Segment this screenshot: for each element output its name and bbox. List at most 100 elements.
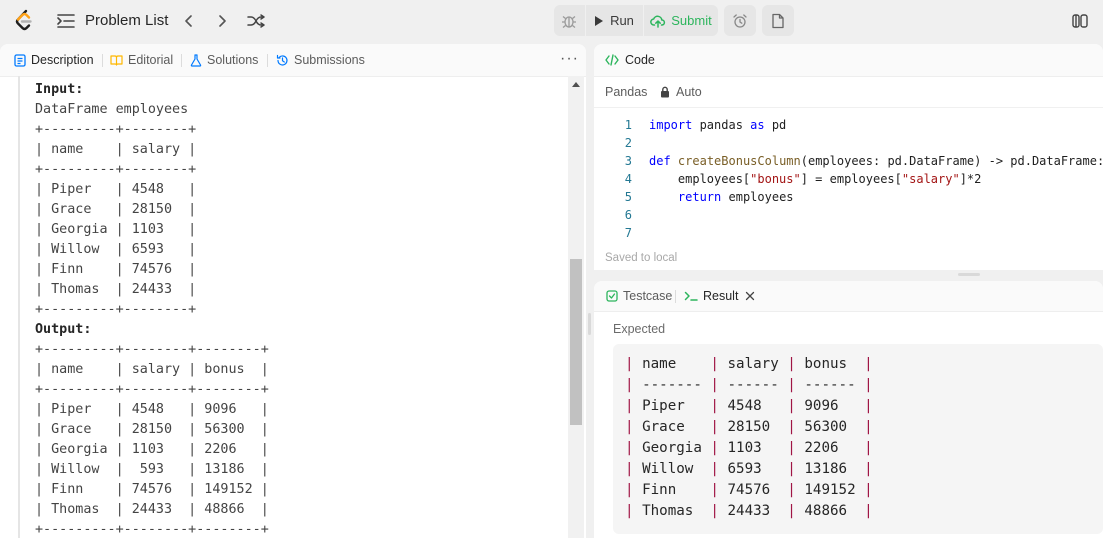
tab-testcase[interactable]: Testcase: [606, 281, 672, 311]
language-select[interactable]: Pandas: [605, 85, 647, 99]
example-line: +---------+--------+--------+: [35, 342, 269, 357]
code-icon: [605, 54, 619, 66]
layout-icon[interactable]: [1070, 11, 1090, 31]
shuffle-icon[interactable]: [246, 11, 266, 31]
example-line: +---------+--------+: [35, 162, 197, 177]
play-icon: [595, 15, 604, 26]
notes-icon[interactable]: [762, 5, 794, 36]
result-cell: Willow: [642, 461, 694, 477]
result-cell: 56300: [804, 419, 848, 435]
code-header: Code: [594, 44, 1103, 77]
result-cell: ------: [727, 377, 779, 393]
problem-list-title[interactable]: Problem List: [85, 12, 168, 29]
description-panel: Description Editorial Solutions Submissi…: [0, 44, 586, 538]
example-line: | Georgia | 1103 |: [35, 222, 197, 237]
more-options-icon[interactable]: ···: [560, 50, 579, 68]
history-icon: [276, 54, 288, 66]
code-line: 2: [624, 136, 632, 150]
example-line: DataFrame employees: [35, 102, 189, 117]
section-heading: Output:: [35, 322, 92, 337]
flask-icon: [190, 53, 202, 67]
result-row: | name | salary | bonus |: [625, 354, 873, 375]
next-problem-icon[interactable]: [213, 11, 231, 31]
auto-label: Auto: [676, 85, 702, 99]
tab-description-label: Description: [31, 53, 94, 67]
result-cell: 149152: [804, 482, 856, 498]
expected-output: | name | salary | bonus | | ------- | ------ |…: [613, 344, 1103, 534]
result-cell: Thomas: [642, 503, 694, 519]
tab-editorial[interactable]: Editorial: [110, 44, 173, 76]
result-cell: Grace: [642, 419, 685, 435]
run-label: Run: [610, 13, 634, 28]
example-line: | Thomas | 24433 |: [35, 282, 197, 297]
result-cell: 13186: [804, 461, 848, 477]
prev-problem-icon[interactable]: [180, 11, 198, 31]
example-line: | Thomas | 24433 | 48866 |: [35, 502, 269, 517]
lock-icon: [661, 86, 669, 98]
result-header: Testcase Result: [594, 281, 1103, 312]
checkbox-icon: [606, 290, 618, 302]
description-icon: [14, 53, 26, 67]
result-row: | Thomas | 24433 | 48866 |: [625, 501, 873, 522]
result-row: | Grace | 28150 | 56300 |: [625, 417, 873, 438]
auto-toggle[interactable]: Auto: [660, 85, 702, 99]
code-tab[interactable]: Code: [605, 44, 655, 76]
problem-list-icon[interactable]: [56, 11, 76, 31]
result-cell: 74576: [727, 482, 771, 498]
description-content: Input: DataFrame employees +---------+----…: [0, 76, 568, 538]
result-cell: 24433: [727, 503, 771, 519]
code-editor[interactable]: 1 import pandas as pd 2 3 def createBonusC…: [594, 116, 1103, 246]
example-line: +---------+--------+--------+: [35, 522, 269, 537]
example-line: | Piper | 4548 | 9096 |: [35, 402, 269, 417]
book-icon: [110, 55, 123, 66]
saved-status: Saved to local: [605, 252, 678, 264]
result-cell: Finn: [642, 482, 677, 498]
example-line: | Piper | 4548 |: [35, 182, 197, 197]
result-cell: salary: [727, 356, 779, 372]
result-cell: Piper: [642, 398, 685, 414]
code-panel: Code Pandas Auto 1 import pandas as pd 2 …: [594, 44, 1103, 270]
leetcode-logo-icon[interactable]: [12, 9, 36, 33]
result-cell: 6593: [727, 461, 762, 477]
code-tab-label: Code: [625, 53, 655, 67]
result-cell: 2206: [804, 440, 839, 456]
result-cell: bonus: [804, 356, 848, 372]
scrollbar-thumb[interactable]: [570, 259, 582, 425]
section-heading: Input:: [35, 82, 84, 97]
result-cell: 1103: [727, 440, 762, 456]
example-line: | Georgia | 1103 | 2206 |: [35, 442, 269, 457]
result-row: | Piper | 4548 | 9096 |: [625, 396, 873, 417]
result-row: | ------- | ------ | ------ |: [625, 375, 873, 396]
tab-editorial-label: Editorial: [128, 53, 174, 67]
run-submit-group: Run Submit: [554, 5, 718, 36]
top-bar: Problem List Run Submit: [0, 0, 1103, 42]
tab-result-label: Result: [703, 289, 739, 303]
code-line: 3 def createBonusColumn(employees: pd.Dat…: [624, 154, 1103, 168]
example-line: | name | salary | bonus |: [35, 362, 269, 377]
alarm-clock-icon[interactable]: [724, 5, 756, 36]
example-line: | Finn | 74576 |: [35, 262, 197, 277]
submit-button[interactable]: Submit: [644, 5, 718, 36]
tab-result[interactable]: Result: [684, 281, 755, 311]
vertical-resize-handle[interactable]: [588, 313, 591, 335]
horizontal-resize-handle[interactable]: [958, 273, 980, 276]
tab-description[interactable]: Description: [14, 44, 94, 76]
result-panel: Testcase Result Expected | name | salary |…: [594, 281, 1103, 538]
scroll-up-icon[interactable]: [572, 82, 580, 87]
code-line: 5 return employees: [624, 190, 794, 204]
result-cell: Georgia: [642, 440, 702, 456]
example-line: | Grace | 28150 | 56300 |: [35, 422, 269, 437]
close-icon[interactable]: [745, 291, 755, 301]
result-cell: -------: [642, 377, 702, 393]
result-cell: 4548: [727, 398, 762, 414]
result-row: | Willow | 6593 | 13186 |: [625, 459, 873, 480]
tab-solutions[interactable]: Solutions: [190, 44, 258, 76]
example-line: +---------+--------+: [35, 302, 197, 317]
debug-icon[interactable]: [554, 5, 584, 36]
tab-submissions[interactable]: Submissions: [276, 44, 365, 76]
example-line: +---------+--------+--------+: [35, 382, 269, 397]
example-line: | name | salary |: [35, 142, 197, 157]
example-line: | Finn | 74576 | 149152 |: [35, 482, 269, 497]
run-button[interactable]: Run: [586, 5, 642, 36]
result-row: | Finn | 74576 | 149152 |: [625, 480, 873, 501]
